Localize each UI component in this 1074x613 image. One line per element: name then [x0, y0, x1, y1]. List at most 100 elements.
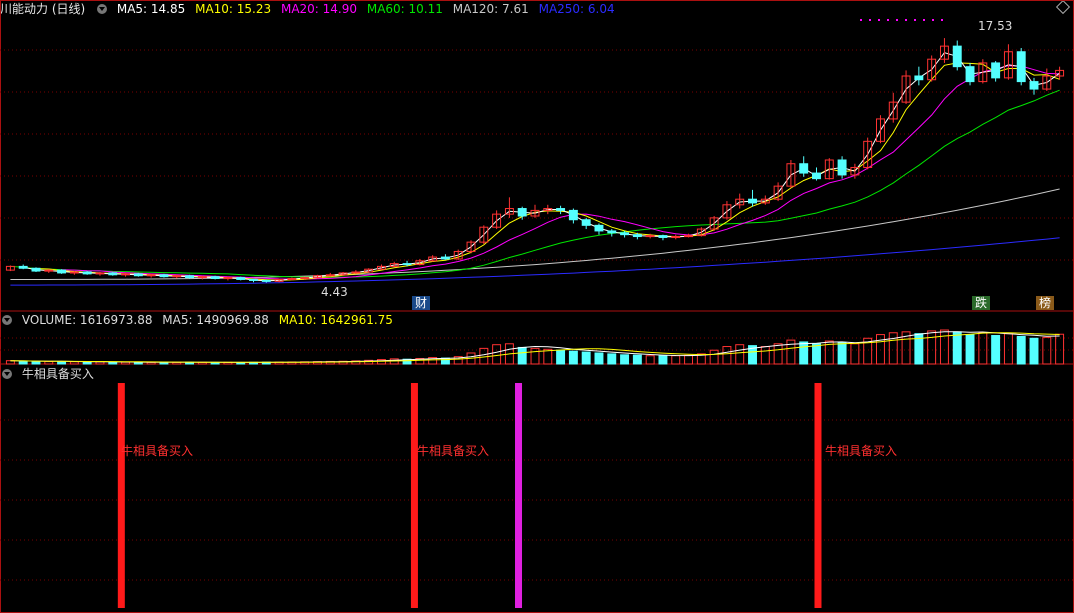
candle-body — [440, 256, 450, 260]
volume-bar — [671, 355, 681, 365]
volume-bar — [607, 353, 617, 365]
candle-body — [159, 274, 169, 278]
candle-body — [914, 75, 924, 81]
signal-dot — [914, 19, 916, 21]
candle-body — [607, 230, 617, 234]
volume-bar — [18, 360, 28, 365]
candle-body — [133, 273, 143, 277]
signal-dot — [869, 19, 871, 21]
candle-body — [261, 279, 271, 282]
chart-canvas — [0, 0, 1074, 613]
volume-bar — [658, 355, 668, 365]
ma60-line — [10, 89, 1060, 278]
volume-bar — [82, 361, 92, 365]
candle-body — [57, 269, 67, 274]
indicator-header: 牛相具备买入 — [0, 365, 100, 383]
indicator-title: 牛相具备买入 — [21, 367, 94, 381]
volume-bar — [594, 352, 604, 365]
candle-body — [812, 172, 821, 180]
drop-tag[interactable]: 跌 — [972, 296, 991, 310]
signal-dot — [887, 19, 889, 21]
candle-body — [748, 198, 757, 204]
signal-label: 牛相具备买入 — [121, 444, 194, 458]
volume-bar — [1055, 333, 1065, 365]
candle-body — [18, 265, 28, 269]
volume-bar — [1029, 337, 1039, 365]
signal-dot — [860, 19, 862, 21]
volume-bar — [108, 361, 118, 365]
volume-bar — [722, 346, 732, 365]
signal-label: 牛相具备买入 — [417, 444, 490, 458]
candle-body — [517, 208, 527, 217]
volume-bar — [69, 361, 79, 365]
candle-body — [1016, 51, 1026, 83]
signal-dot — [905, 19, 907, 21]
ma5-line — [23, 52, 1060, 282]
volume-bar — [645, 355, 655, 365]
candle-body — [402, 263, 412, 266]
volume-bar — [44, 361, 54, 365]
finance-tag[interactable]: 财 — [412, 296, 431, 310]
volume-bar — [57, 361, 67, 365]
volume-bar — [850, 343, 860, 365]
rank-tag[interactable]: 榜 — [1036, 296, 1055, 310]
candle-body — [658, 235, 668, 238]
candle-body — [671, 236, 681, 239]
candle-body — [223, 277, 233, 280]
volume-bar — [978, 332, 988, 365]
candle-body — [197, 276, 207, 279]
volume-bar — [927, 330, 937, 365]
ma120-line — [10, 188, 1060, 280]
volume-ma10-label: MA10: 1642961.75 — [278, 313, 393, 327]
candle-body — [121, 273, 131, 276]
candle-body — [287, 278, 297, 281]
volume-bar — [632, 354, 642, 365]
candle-body — [82, 271, 92, 275]
volume-bar — [1016, 335, 1026, 365]
signal-dot — [878, 19, 880, 21]
candle-body — [44, 269, 54, 272]
candle-body — [799, 163, 809, 174]
volume-bar — [837, 342, 847, 365]
signal-dot — [941, 19, 943, 21]
candle-body — [952, 45, 962, 68]
volume-bar — [812, 343, 821, 365]
signal-bar — [410, 383, 418, 608]
candle-body — [684, 235, 694, 238]
signal-bar — [515, 383, 523, 608]
candle-body — [146, 274, 156, 277]
candle-body — [837, 159, 847, 176]
signal-dot — [932, 19, 934, 21]
candle-body — [581, 219, 591, 226]
signal-bar — [117, 383, 125, 608]
volume-bar — [760, 346, 770, 365]
candle-body — [31, 267, 41, 272]
volume-bar — [939, 329, 949, 365]
candle-body — [249, 278, 258, 281]
volume-bar — [581, 351, 591, 365]
candle-body — [1029, 81, 1039, 90]
signal-bar — [814, 383, 822, 608]
volume-collapse-icon[interactable] — [2, 315, 12, 325]
volume-bar — [952, 331, 962, 365]
candle-body — [108, 272, 118, 276]
volume-ma5-label: MA5: 1490969.88 — [162, 313, 269, 327]
volume-bar — [556, 349, 566, 365]
candle-body — [185, 275, 194, 279]
volume-header: VOLUME: 1616973.88 MA5: 1490969.88 MA10:… — [0, 311, 399, 329]
indicator-collapse-icon[interactable] — [2, 369, 12, 379]
candle-body — [632, 234, 642, 238]
candle-body — [620, 232, 630, 236]
volume-bar — [1042, 336, 1052, 365]
low-price-label: 4.43 — [321, 285, 348, 299]
volume-bar — [620, 354, 630, 365]
candle-body — [594, 224, 604, 232]
volume-bar — [991, 335, 1001, 365]
ma250-line — [10, 237, 1060, 286]
candle-body — [325, 274, 335, 277]
signal-dot — [896, 19, 898, 21]
volume-bar — [799, 341, 809, 365]
volume-bar — [888, 332, 898, 365]
volume-bar — [530, 347, 540, 365]
volume-bar — [517, 346, 527, 365]
